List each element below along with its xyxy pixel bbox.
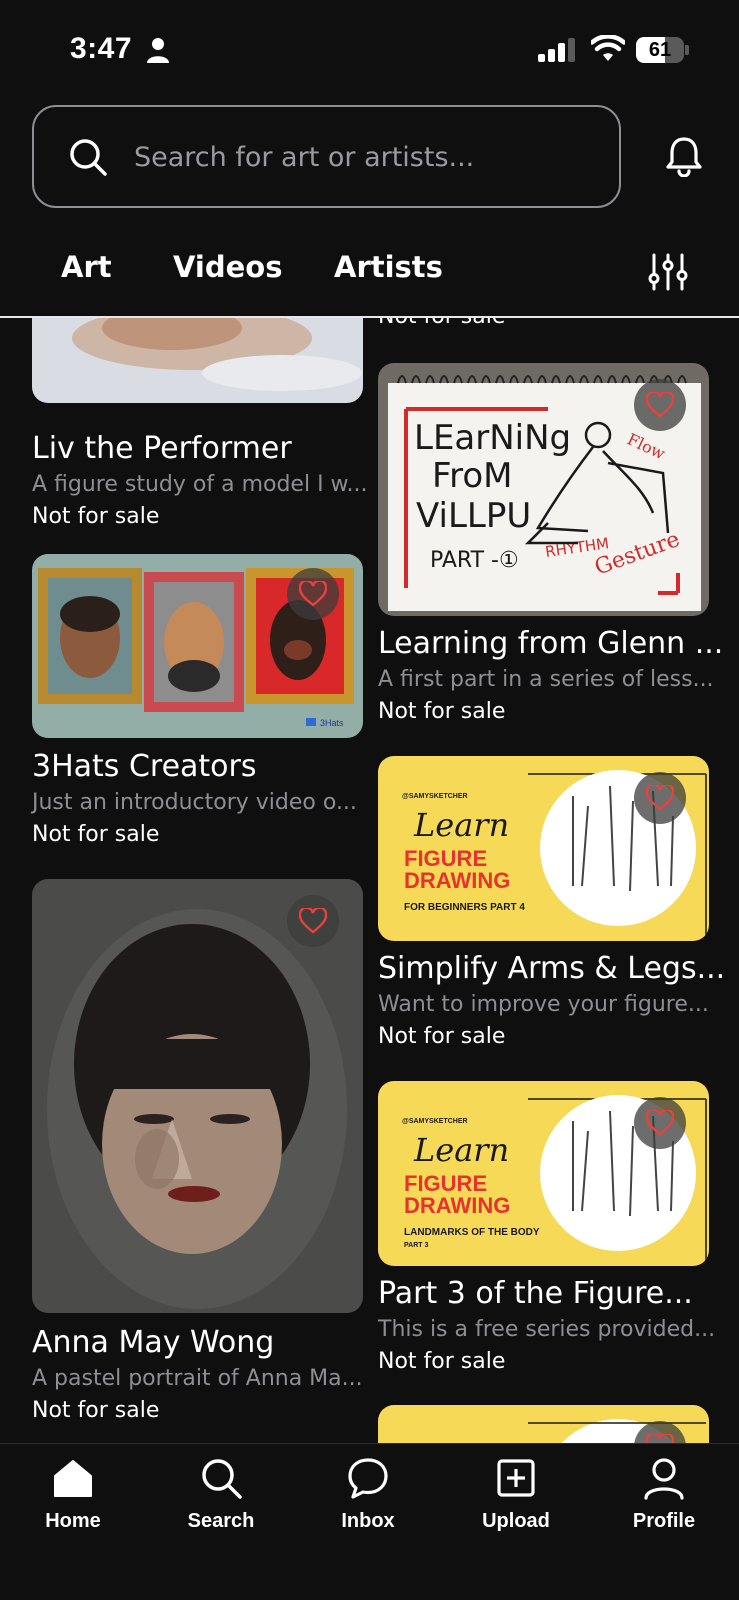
filter-sliders-icon[interactable] (648, 252, 688, 292)
nav-label: Search (187, 1510, 255, 1532)
category-tabs: Art Videos Artists (0, 240, 739, 300)
tab-art[interactable]: Art (61, 250, 112, 284)
heart-icon (646, 1434, 674, 1443)
heart-icon (646, 392, 674, 418)
card-title[interactable]: 3Hats Creators (32, 749, 257, 784)
thumb-text-line: FOR BEGINNERS PART 4 (404, 902, 525, 913)
thumb-text-line: DRAWING (404, 1193, 510, 1218)
card-title[interactable]: Learning from Glenn ... (378, 626, 723, 661)
favorite-button[interactable] (634, 772, 686, 824)
wifi-icon (591, 35, 625, 61)
card-description: Just an introductory video o... (32, 790, 357, 815)
thumb-text-line: @SAMYSKETCHER (402, 793, 468, 800)
art-card-partial[interactable]: Not for sale (378, 318, 709, 344)
bottom-navigation: Home Search Inbox Upload Profile (0, 1443, 739, 1600)
favorite-button[interactable] (287, 895, 339, 947)
status-bar: 3:47 61 (0, 0, 739, 100)
art-card-learning-from-glenn[interactable]: LEarNiNg FroM ViLLPU PART -① RHYTHM Gest… (378, 363, 723, 724)
card-sale-status: Not for sale (378, 1024, 506, 1049)
status-time: 3:47 (70, 32, 133, 65)
card-sale-status: Not for sale (32, 504, 160, 529)
battery-level: 61 (648, 39, 672, 61)
chat-bubble-icon (348, 1458, 388, 1499)
search-bar[interactable] (32, 105, 621, 208)
person-icon (644, 1458, 684, 1500)
art-thumbnail[interactable] (32, 879, 363, 1313)
art-feed[interactable]: Liv the Performer A figure study of a mo… (0, 318, 739, 1443)
art-card-3hats[interactable]: 3Hats 3Hats Creators Just an introductor… (32, 554, 363, 854)
thumb-text-line: @SAMYSKETCHER (402, 1118, 468, 1125)
card-sale-status: Not for sale (378, 699, 506, 724)
card-sale-status: Not for sale (32, 822, 160, 847)
nav-label: Upload (482, 1510, 550, 1532)
card-title[interactable]: Simplify Arms & Legs... (378, 951, 725, 986)
nav-label: Home (45, 1510, 101, 1532)
nav-label: Profile (632, 1510, 696, 1532)
heart-icon (299, 908, 327, 934)
thumb-brand-text: 3Hats (320, 718, 344, 728)
bell-icon[interactable] (664, 135, 704, 177)
heart-icon (646, 785, 674, 811)
battery-icon: 61 (636, 37, 689, 63)
favorite-button[interactable] (287, 568, 339, 620)
card-description: This is a free series provided... (378, 1317, 716, 1342)
search-icon (202, 1459, 242, 1499)
card-title[interactable]: Anna May Wong (32, 1325, 274, 1360)
card-title[interactable]: Liv the Performer (32, 431, 292, 466)
art-thumbnail[interactable] (378, 1405, 709, 1443)
nav-profile[interactable]: Profile (609, 1456, 719, 1546)
thumb-text-line: ViLLPU (416, 496, 531, 536)
art-thumbnail[interactable] (32, 318, 363, 403)
nav-home[interactable]: Home (18, 1456, 128, 1546)
thumb-text-line: Learn (413, 1131, 509, 1169)
art-thumbnail[interactable]: @SAMYSKETCHER Learn FIGURE DRAWING LANDM… (378, 1081, 709, 1266)
nav-inbox[interactable]: Inbox (313, 1456, 423, 1546)
art-card-part-3[interactable]: @SAMYSKETCHER Learn FIGURE DRAWING LANDM… (378, 1081, 715, 1391)
art-thumbnail[interactable]: LEarNiNg FroM ViLLPU PART -① RHYTHM Gest… (378, 363, 709, 616)
favorite-button[interactable] (634, 379, 686, 431)
card-description: A figure study of a model I w... (32, 472, 368, 497)
card-sale-status: Not for sale (378, 318, 505, 329)
card-sale-status: Not for sale (378, 1349, 506, 1374)
favorite-button[interactable] (634, 1097, 686, 1149)
cell-signal-icon (538, 38, 575, 62)
nav-upload[interactable]: Upload (461, 1456, 571, 1546)
card-sale-status: Not for sale (32, 1398, 160, 1423)
search-icon (70, 139, 107, 176)
thumb-text-line: PART -① (430, 548, 519, 573)
thumb-text-line: FroM (432, 456, 512, 496)
nav-label: Inbox (341, 1510, 395, 1532)
heart-icon (646, 1110, 674, 1136)
home-icon (54, 1460, 92, 1497)
card-title[interactable]: Part 3 of the Figure... (378, 1276, 693, 1311)
card-description: A first part in a series of less... (378, 667, 714, 692)
art-card-liv[interactable]: Liv the Performer A figure study of a mo… (32, 318, 368, 529)
tab-videos[interactable]: Videos (173, 250, 283, 284)
art-card-cut-off[interactable] (378, 1405, 709, 1443)
card-description: Want to improve your figure... (378, 992, 709, 1017)
thumb-text-line: Learn (413, 806, 509, 844)
card-description: A pastel portrait of Anna Ma... (32, 1366, 363, 1391)
art-card-anna-may-wong[interactable]: Anna May Wong A pastel portrait of Anna … (32, 879, 363, 1439)
thumb-text-line: PART 3 (404, 1242, 428, 1249)
art-card-simplify-arms[interactable]: @SAMYSKETCHER Learn FIGURE DRAWING FOR B… (378, 756, 725, 1066)
person-icon (147, 38, 169, 63)
art-thumbnail[interactable]: 3Hats (32, 554, 363, 738)
plus-square-icon (497, 1459, 535, 1497)
art-thumbnail[interactable]: @SAMYSKETCHER Learn FIGURE DRAWING FOR B… (378, 756, 709, 941)
thumb-text-line: DRAWING (404, 868, 510, 893)
tab-artists[interactable]: Artists (334, 250, 443, 284)
heart-icon (299, 581, 327, 607)
thumb-text-line: LANDMARKS OF THE BODY (404, 1227, 540, 1238)
thumb-text-line: LEarNiNg (414, 418, 571, 458)
nav-search[interactable]: Search (166, 1456, 276, 1546)
search-input[interactable] (134, 135, 594, 179)
